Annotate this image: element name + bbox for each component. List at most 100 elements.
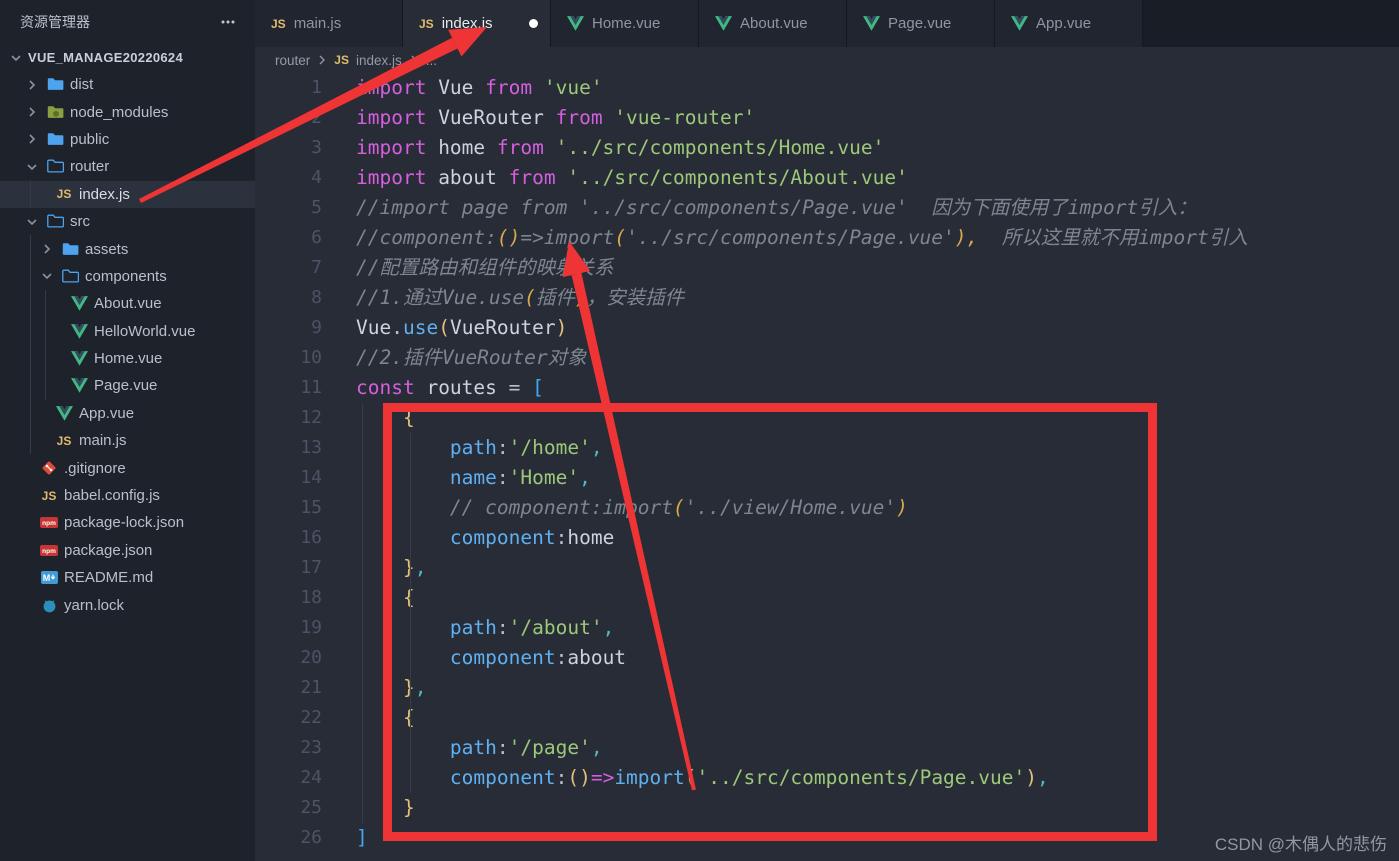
code-line: 23 path:'/page', bbox=[255, 733, 1399, 763]
code-line: 9 Vue.use(VueRouter) bbox=[255, 313, 1399, 343]
code-text: path:'/home', bbox=[449, 436, 603, 459]
editor-indent-guide bbox=[362, 403, 363, 823]
line-number: 3 bbox=[311, 137, 322, 158]
vscode-window: 资源管理器 VUE_MANAGE20220624 dist node_module… bbox=[0, 0, 1399, 861]
tree-item-main-js[interactable]: JS main.js bbox=[0, 427, 255, 454]
line-number: 15 bbox=[300, 497, 322, 518]
tree-item-package-lock-json[interactable]: npm package-lock.json bbox=[0, 509, 255, 536]
svg-text:M: M bbox=[42, 573, 50, 583]
vue-icon bbox=[1011, 16, 1028, 31]
code-line: 10 //2.插件VueRouter对象 bbox=[255, 343, 1399, 373]
folder-open-icon bbox=[46, 159, 64, 174]
line-number: 2 bbox=[311, 107, 322, 128]
tree-item-page-vue[interactable]: Page.vue bbox=[0, 372, 255, 399]
tree-item-app-vue[interactable]: App.vue bbox=[0, 400, 255, 427]
folder-icon bbox=[46, 77, 64, 92]
tab-index-js[interactable]: JS index.js bbox=[403, 0, 551, 47]
tab-main-js[interactable]: JS main.js bbox=[255, 0, 403, 47]
line-number: 18 bbox=[300, 587, 322, 608]
code-line: 25 } bbox=[255, 793, 1399, 823]
chevron-right-icon bbox=[24, 131, 40, 147]
line-number: 24 bbox=[300, 767, 322, 788]
folder-open-icon bbox=[46, 214, 64, 229]
chevron-down-icon bbox=[8, 50, 24, 66]
tree-item-router[interactable]: router bbox=[0, 153, 255, 180]
tree-item-node-modules[interactable]: node_modules bbox=[0, 98, 255, 125]
code-line: 24 component:()=>import('../src/componen… bbox=[255, 763, 1399, 793]
breadcrumb-file[interactable]: index.js bbox=[356, 53, 402, 68]
tree-item-package-json[interactable]: npm package.json bbox=[0, 537, 255, 564]
breadcrumb-folder[interactable]: router bbox=[275, 53, 310, 68]
line-number: 22 bbox=[300, 707, 322, 728]
code-line: 16 component:home bbox=[255, 523, 1399, 553]
tree-item-components[interactable]: components bbox=[0, 263, 255, 290]
git-icon bbox=[40, 460, 58, 476]
line-number: 7 bbox=[311, 257, 322, 278]
vue-icon bbox=[70, 351, 88, 366]
svg-text:npm: npm bbox=[42, 548, 56, 555]
tree-item-assets[interactable]: assets bbox=[0, 235, 255, 262]
tree-indent-guide bbox=[30, 235, 31, 454]
tree-item-helloworld-vue[interactable]: HelloWorld.vue bbox=[0, 318, 255, 345]
tree-indent-guide bbox=[45, 290, 46, 400]
code-line: 8 //1.通过Vue.use(插件)，安装插件 bbox=[255, 283, 1399, 313]
tree-item-gitignore[interactable]: .gitignore bbox=[0, 454, 255, 481]
modified-dot-icon bbox=[529, 19, 538, 28]
tree-item-babel-config-js[interactable]: JS babel.config.js bbox=[0, 482, 255, 509]
tree-item-label: dist bbox=[70, 76, 94, 94]
tree-item-about-vue[interactable]: About.vue bbox=[0, 290, 255, 317]
code-text: } bbox=[402, 796, 415, 819]
chevron-down-icon bbox=[39, 268, 55, 284]
tree-item-label: Page.vue bbox=[94, 377, 158, 395]
tree-item-label: Home.vue bbox=[94, 350, 163, 368]
explorer-header: 资源管理器 bbox=[0, 0, 255, 44]
code-text: import Vue from 'vue' bbox=[356, 76, 603, 99]
code-line: 5 //import page from '../src/components/P… bbox=[255, 193, 1399, 223]
code-editor[interactable]: 1 import Vue from 'vue' 2 import VueRouter … bbox=[255, 73, 1399, 861]
code-text: import home from '../src/components/Home… bbox=[356, 136, 885, 159]
tree-item-dist[interactable]: dist bbox=[0, 71, 255, 98]
line-number: 6 bbox=[311, 227, 322, 248]
line-number: 4 bbox=[311, 167, 322, 188]
line-number: 20 bbox=[300, 647, 322, 668]
code-text: //component:()=>import('../src/component… bbox=[356, 226, 1248, 249]
tree-item-label: router bbox=[70, 158, 110, 176]
tab-home-vue[interactable]: Home.vue bbox=[551, 0, 699, 47]
tree-item-readme-md[interactable]: M README.md bbox=[0, 564, 255, 591]
js-icon: JS bbox=[419, 16, 434, 31]
code-line: 15 // component:import('../view/Home.vue… bbox=[255, 493, 1399, 523]
chevron-down-icon bbox=[24, 159, 40, 175]
code-text: { bbox=[402, 706, 415, 729]
tree-item-home-vue[interactable]: Home.vue bbox=[0, 345, 255, 372]
watermark: CSDN @木偶人的悲伤 bbox=[1214, 835, 1387, 854]
tree-item-yarn-lock[interactable]: yarn.lock bbox=[0, 591, 255, 618]
code-text: ] bbox=[356, 826, 368, 849]
code-line: 22 { bbox=[255, 703, 1399, 733]
code-text: path:'/about', bbox=[449, 616, 615, 639]
tree-indent-guide bbox=[30, 180, 31, 208]
vue-icon bbox=[55, 405, 73, 421]
tree-item-index-js[interactable]: JS index.js bbox=[0, 180, 255, 208]
tree-item-public[interactable]: public bbox=[0, 126, 255, 153]
tree-item-src[interactable]: src bbox=[0, 208, 255, 235]
code-text: import about from '../src/components/Abo… bbox=[356, 166, 908, 189]
chevron-down-icon bbox=[24, 214, 40, 230]
line-number: 17 bbox=[300, 557, 322, 578]
code-text: import VueRouter from 'vue-router' bbox=[356, 106, 756, 129]
code-text: { bbox=[402, 406, 415, 429]
code-line: 14 name:'Home', bbox=[255, 463, 1399, 493]
code-text: //import page from '../src/components/Pa… bbox=[356, 196, 1197, 219]
tree-root-folder[interactable]: VUE_MANAGE20220624 bbox=[0, 44, 255, 71]
more-actions-icon[interactable] bbox=[219, 14, 237, 30]
js-icon: JS bbox=[56, 433, 72, 448]
line-number: 13 bbox=[300, 437, 322, 458]
tab-app-vue[interactable]: App.vue bbox=[995, 0, 1143, 47]
breadcrumb-symbol[interactable]: ... bbox=[426, 53, 437, 68]
tab-about-vue[interactable]: About.vue bbox=[699, 0, 847, 47]
tree-item-label: yarn.lock bbox=[64, 596, 125, 614]
line-number: 26 bbox=[300, 827, 322, 848]
code-text: const routes = [ bbox=[356, 376, 544, 399]
tab-label: index.js bbox=[441, 15, 493, 32]
js-icon: JS bbox=[271, 16, 286, 31]
tab-page-vue[interactable]: Page.vue bbox=[847, 0, 995, 47]
